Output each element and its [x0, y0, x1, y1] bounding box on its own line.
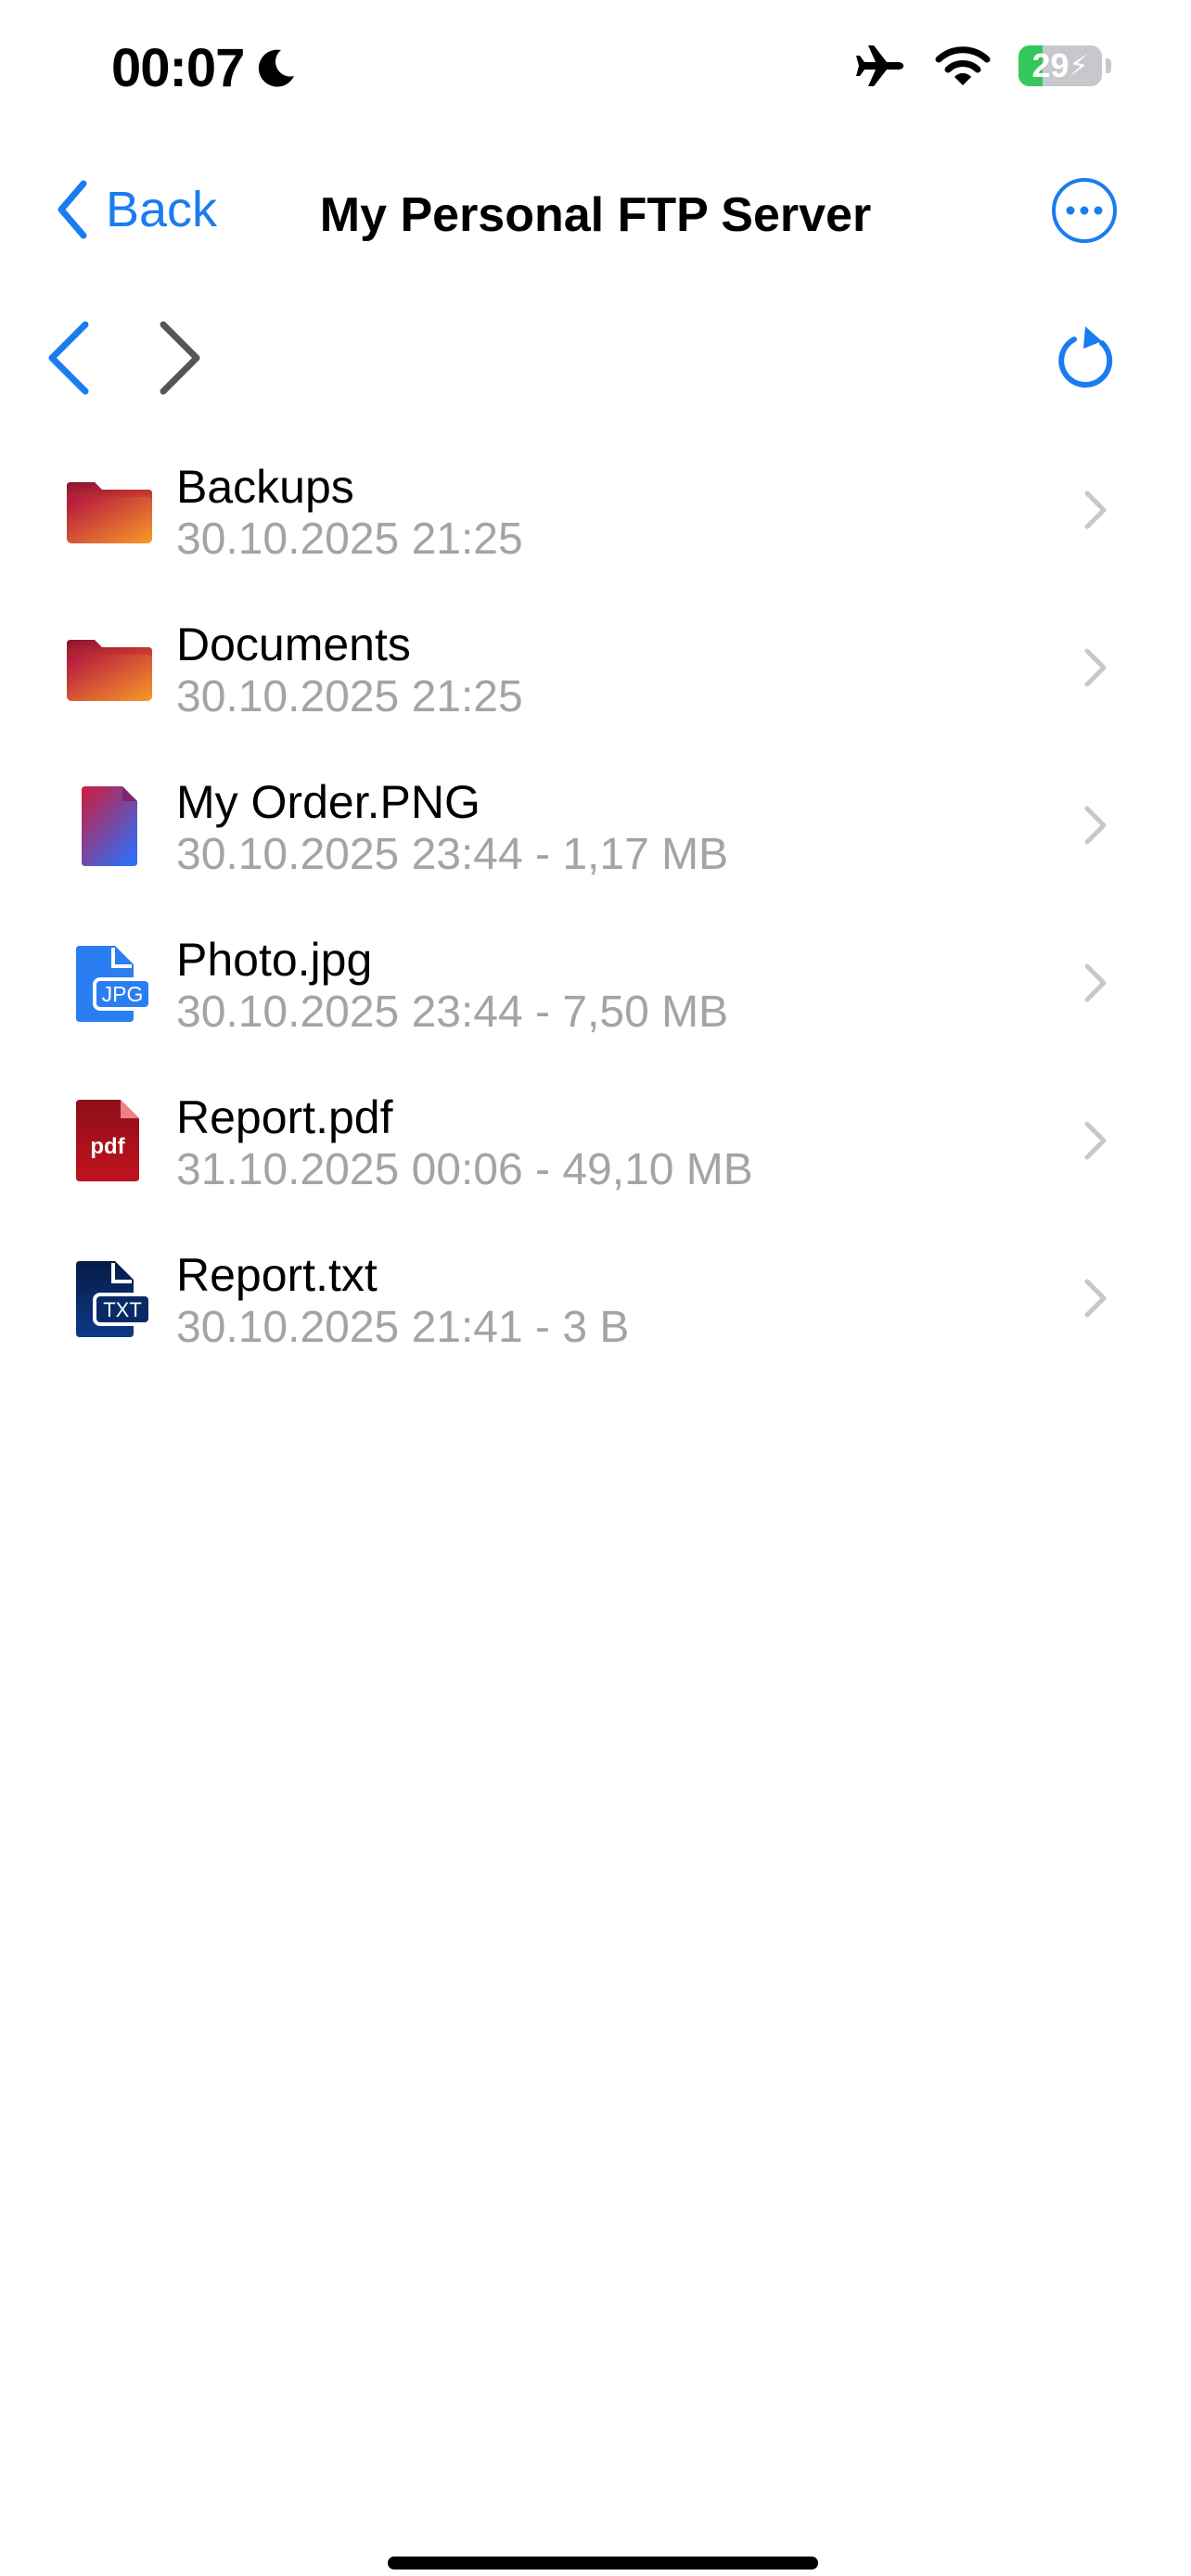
file-meta: 30.10.2025 23:44 - 1,17 MB: [176, 830, 729, 879]
file-meta: 30.10.2025 21:41 - 3 B: [176, 1303, 630, 1352]
file-row-report-txt[interactable]: TXT Report.txt 30.10.2025 21:41 - 3 B: [0, 1224, 1191, 1382]
file-name: Documents: [176, 618, 411, 670]
jpg-file-icon: JPG: [76, 946, 152, 1022]
chevron-left-icon: [48, 321, 89, 395]
file-name: Photo.jpg: [176, 934, 373, 986]
battery-percent: 29 ⚡: [1031, 46, 1089, 84]
file-name: My Order.PNG: [176, 776, 480, 828]
image-file-icon: [82, 786, 137, 866]
chevron-right-icon: [160, 321, 200, 395]
airplane-icon: [856, 45, 903, 86]
file-list: Backups 30.10.2025 21:25 Documents 30.10…: [0, 436, 1191, 1382]
wifi-icon: [935, 46, 991, 85]
refresh-button[interactable]: [1054, 323, 1121, 398]
file-name: Report.pdf: [176, 1091, 393, 1143]
txt-icon-label: TXT: [103, 1298, 142, 1321]
file-name: Report.txt: [176, 1249, 378, 1301]
jpg-icon-label: JPG: [102, 982, 144, 1006]
browser-toolbar: [0, 315, 1191, 408]
status-time: 00:07: [111, 38, 245, 98]
battery-charging-icon: 29 ⚡: [1018, 45, 1102, 86]
file-name: Backups: [176, 461, 354, 513]
file-meta: 30.10.2025 21:25: [176, 515, 523, 564]
file-row-report-pdf[interactable]: pdf Report.pdf 31.10.2025 00:06 - 49,10 …: [0, 1066, 1191, 1224]
file-meta: 30.10.2025 23:44 - 7,50 MB: [176, 988, 729, 1037]
chevron-right-icon: [1084, 806, 1107, 845]
folder-icon: [67, 640, 152, 701]
page-title: My Personal FTP Server: [319, 188, 872, 242]
status-bar: 00:07 29 ⚡: [0, 0, 1191, 139]
navigation-bar: Back My Personal FTP Server: [0, 167, 1191, 260]
home-indicator[interactable]: [388, 2557, 818, 2570]
chevron-right-icon: [1084, 1279, 1107, 1318]
folder-icon: [67, 482, 152, 543]
moon-icon: [259, 49, 295, 87]
chevron-right-icon: [1084, 648, 1107, 687]
file-row-documents[interactable]: Documents 30.10.2025 21:25: [0, 593, 1191, 751]
chevron-right-icon: [1084, 491, 1107, 529]
pdf-file-icon: pdf: [76, 1100, 139, 1181]
file-meta: 31.10.2025 00:06 - 49,10 MB: [176, 1145, 753, 1194]
refresh-icon: [1058, 326, 1113, 388]
navigate-forward-button[interactable]: [156, 319, 204, 402]
status-right-group: 29 ⚡: [853, 43, 1111, 89]
chevron-right-icon: [1084, 1121, 1107, 1160]
file-row-my-order-png[interactable]: My Order.PNG 30.10.2025 23:44 - 1,17 MB: [0, 751, 1191, 909]
file-row-backups[interactable]: Backups 30.10.2025 21:25: [0, 436, 1191, 593]
status-time-group: 00:07: [111, 37, 298, 99]
battery-cap: [1106, 58, 1111, 73]
ellipsis-icon: [1066, 206, 1103, 215]
more-options-button[interactable]: [1052, 178, 1117, 243]
file-meta: 30.10.2025 21:25: [176, 672, 523, 721]
file-row-photo-jpg[interactable]: JPG Photo.jpg 30.10.2025 23:44 - 7,50 MB: [0, 909, 1191, 1066]
chevron-right-icon: [1084, 963, 1107, 1002]
pdf-icon-label: pdf: [90, 1134, 125, 1159]
navigate-back-button[interactable]: [45, 319, 93, 402]
txt-file-icon: TXT: [76, 1261, 152, 1337]
